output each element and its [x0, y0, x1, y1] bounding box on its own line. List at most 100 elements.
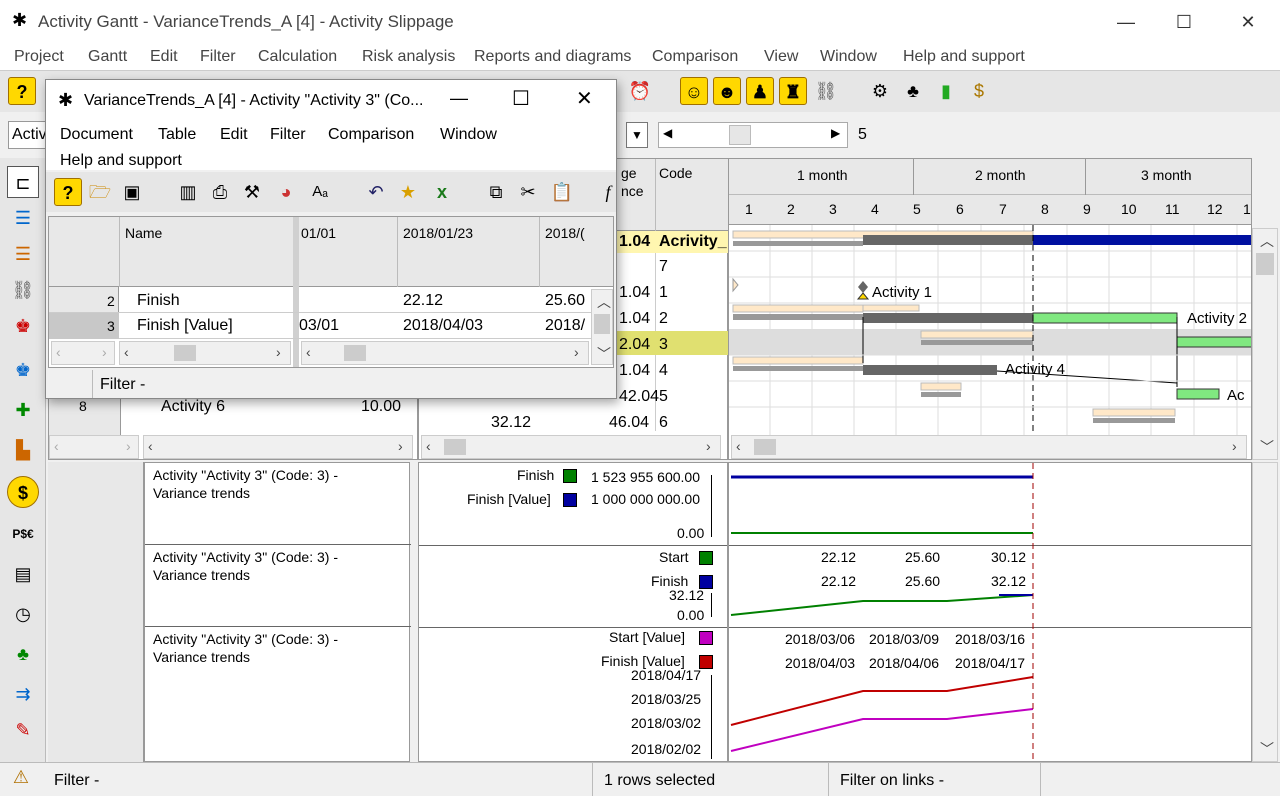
- dialog-titlebar[interactable]: ✱ VarianceTrends_A [4] - Activity "Activ…: [46, 80, 616, 120]
- zoom-scrollbar[interactable]: ◀ ▶: [658, 122, 848, 148]
- dialog-table-row[interactable]: 2 Finish 22.12 25.60: [49, 289, 613, 313]
- resource-query-icon[interactable]: ♚: [7, 310, 39, 342]
- person-pin-icon[interactable]: ♟: [746, 77, 774, 105]
- hierarchy-icon[interactable]: ♣: [899, 77, 927, 105]
- close-button[interactable]: ✕: [1228, 8, 1268, 36]
- add-resource-icon[interactable]: ✚: [7, 394, 39, 426]
- dialog-menu-comparison[interactable]: Comparison: [328, 126, 414, 144]
- gantt-hscrollbar[interactable]: ‹ ›: [731, 435, 1247, 459]
- menu-reports[interactable]: Reports and diagrams: [474, 48, 631, 66]
- person-walk-icon[interactable]: ☺: [680, 77, 708, 105]
- menu-view[interactable]: View: [764, 48, 798, 66]
- resource-bars-icon[interactable]: ☰: [7, 238, 39, 270]
- dialog-menu-window[interactable]: Window: [440, 126, 497, 144]
- checklist-icon[interactable]: ✎: [7, 714, 39, 746]
- row-value: 25.60: [545, 292, 586, 309]
- excel-icon[interactable]: x: [428, 178, 456, 206]
- trend-desc-line: Activity "Activity 3" (Code: 3) -: [153, 549, 338, 565]
- week-label: 5: [913, 201, 921, 217]
- calendar-icon[interactable]: ▤: [7, 558, 39, 590]
- menu-project[interactable]: Project: [14, 48, 64, 66]
- zoom-value: 5: [858, 126, 867, 143]
- dialog-menu-filter[interactable]: Filter: [270, 126, 306, 144]
- bars-view-icon[interactable]: ☰: [7, 202, 39, 234]
- menu-help[interactable]: Help and support: [903, 48, 1025, 66]
- view-combo[interactable]: Activi: [8, 121, 48, 149]
- gantt-bars[interactable]: [729, 225, 1252, 435]
- dialog-col-name: Name: [125, 225, 163, 241]
- function-icon[interactable]: f: [594, 178, 622, 206]
- print-icon[interactable]: ⎙: [206, 178, 234, 206]
- save-icon[interactable]: ▣: [118, 178, 146, 206]
- status-bar: ⚠ Filter - 1 rows selected Filter on lin…: [0, 762, 1280, 796]
- menu-calculation[interactable]: Calculation: [258, 48, 337, 66]
- trend-desc-2[interactable]: Activity "Activity 3" (Code: 3) - Varian…: [145, 545, 411, 627]
- dates-hscrollbar[interactable]: ‹ ›: [421, 435, 721, 459]
- gantt-vscrollbar[interactable]: ︿ ﹀: [1252, 228, 1278, 460]
- cost-icon[interactable]: $: [7, 476, 39, 508]
- money-icon[interactable]: $: [965, 77, 993, 105]
- trend-desc-line: Variance trends: [153, 485, 251, 501]
- table-icon[interactable]: ▥: [174, 178, 202, 206]
- histogram-icon[interactable]: ▙: [7, 434, 39, 466]
- font-icon[interactable]: Aₐ: [306, 178, 334, 206]
- dialog-menu-edit[interactable]: Edit: [220, 126, 248, 144]
- menu-edit[interactable]: Edit: [150, 48, 178, 66]
- dialog-menu-table[interactable]: Table: [158, 126, 196, 144]
- trend-vscrollbar[interactable]: ﹀: [1252, 462, 1278, 762]
- alarm-icon[interactable]: ⏰: [626, 77, 654, 105]
- maximize-button[interactable]: ☐: [1164, 8, 1204, 36]
- menu-risk-analysis[interactable]: Risk analysis: [362, 48, 455, 66]
- gantt-view-icon[interactable]: ⊏: [7, 166, 39, 198]
- star-icon[interactable]: ★: [394, 178, 422, 206]
- link-icon[interactable]: ⛓: [812, 77, 840, 105]
- scroll-left-icon[interactable]: ◀: [663, 126, 672, 140]
- assign-icon[interactable]: ⇉: [7, 678, 39, 710]
- open-folder-icon[interactable]: 🗁: [86, 178, 114, 206]
- menu-bar: Project Gantt Edit Filter Calculation Ri…: [0, 44, 1280, 70]
- undo-icon[interactable]: ↶: [362, 178, 390, 206]
- dialog-rownum-hscrollbar[interactable]: ‹ ›: [51, 341, 115, 365]
- minimize-button[interactable]: —: [1106, 8, 1146, 36]
- resources-icon[interactable]: ♚: [7, 354, 39, 386]
- person-lock-icon[interactable]: ♜: [779, 77, 807, 105]
- dialog-values-hscrollbar[interactable]: ‹ ›: [301, 341, 589, 365]
- calendar-clock-icon[interactable]: ◷: [7, 598, 39, 630]
- dialog-table-row[interactable]: 3 Finish [Value] 03/01 2018/04/03 2018/: [49, 313, 613, 339]
- chart-icon[interactable]: ▮: [932, 77, 960, 105]
- menu-gantt[interactable]: Gantt: [88, 48, 127, 66]
- person-icon[interactable]: ☻: [713, 77, 741, 105]
- network-icon[interactable]: ⚙: [866, 77, 894, 105]
- help-icon[interactable]: ?: [8, 77, 36, 105]
- dialog-minimize-button[interactable]: —: [450, 88, 468, 109]
- dialog-maximize-button[interactable]: ☐: [512, 86, 530, 111]
- gantt-label-activity-1: Activity 1: [872, 284, 933, 301]
- trend-desc-1[interactable]: Activity "Activity 3" (Code: 3) - Varian…: [145, 463, 411, 545]
- dialog-menu-document[interactable]: Document: [60, 126, 133, 144]
- warning-icon[interactable]: ⚠: [4, 767, 38, 793]
- week-label: 2: [787, 201, 795, 217]
- dialog-name-hscrollbar[interactable]: ‹ ›: [119, 341, 291, 365]
- pie-chart-icon[interactable]: ◕: [272, 178, 300, 206]
- combo-dropdown-button[interactable]: ▼: [626, 122, 648, 148]
- tools-icon[interactable]: ⚒: [238, 178, 266, 206]
- link-bars-icon[interactable]: ⛓: [7, 274, 39, 306]
- pse-icon[interactable]: P$€: [7, 518, 39, 550]
- scroll-right-icon[interactable]: ▶: [831, 126, 840, 140]
- menu-window[interactable]: Window: [820, 48, 877, 66]
- trend-desc-3[interactable]: Activity "Activity 3" (Code: 3) - Varian…: [145, 627, 411, 761]
- copy-icon[interactable]: ⧉: [482, 178, 510, 206]
- rownum-hscrollbar[interactable]: ‹ ›: [49, 435, 139, 459]
- dialog-close-button[interactable]: ✕: [576, 86, 593, 111]
- paste-icon[interactable]: 📋: [548, 178, 576, 206]
- menu-comparison[interactable]: Comparison: [652, 48, 738, 66]
- cut-icon[interactable]: ✂: [514, 178, 542, 206]
- tree-icon[interactable]: ♣: [7, 638, 39, 670]
- table-hscrollbar[interactable]: ‹ ›: [143, 435, 413, 459]
- dialog-menu-help[interactable]: Help and support: [60, 152, 182, 170]
- scroll-thumb[interactable]: [729, 125, 751, 145]
- menu-filter[interactable]: Filter: [200, 48, 236, 66]
- dialog-help-icon[interactable]: ?: [54, 178, 82, 206]
- month-label: 2 month: [975, 167, 1026, 183]
- dialog-vscrollbar[interactable]: ︿ ﹀: [591, 289, 613, 365]
